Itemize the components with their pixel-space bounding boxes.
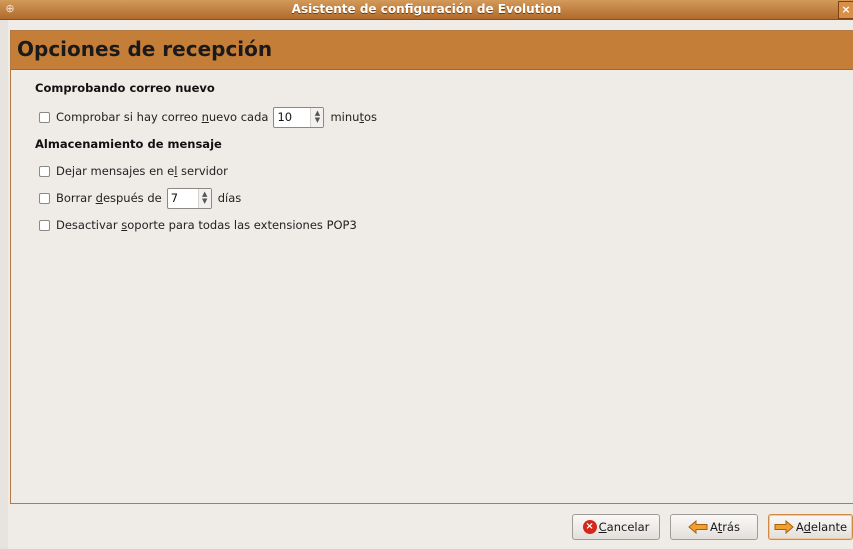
assistant-page: Opciones de recepción Comprobando correo…: [10, 30, 853, 504]
leave-on-server-checkbox[interactable]: [39, 165, 50, 177]
section-title-storage: Almacenamiento de mensaje: [35, 137, 222, 151]
leave-on-server-label[interactable]: Dejar mensajes en el servidor: [56, 164, 228, 178]
delete-days-stepper-buttons[interactable]: ▲ ▼: [197, 188, 211, 208]
arrow-left-icon: [688, 520, 708, 534]
check-new-mail-option[interactable]: Comprobar si hay correo nuevo cada ▲ ▼ m…: [39, 106, 377, 128]
back-button[interactable]: Atrás: [670, 514, 758, 540]
check-interval-unit: minutos: [330, 110, 377, 124]
delete-days-unit: días: [217, 191, 242, 205]
leave-on-server-option[interactable]: Dejar mensajes en el servidor: [39, 161, 228, 181]
delete-after-checkbox[interactable]: [39, 192, 50, 204]
delete-days-stepper[interactable]: ▲ ▼: [166, 187, 212, 209]
page-header: Opciones de recepción: [11, 31, 853, 70]
cancel-label: Cancelar: [598, 520, 650, 534]
check-interval-input[interactable]: [274, 107, 311, 127]
forward-label: Adelante: [795, 520, 848, 534]
window-title: Asistente de configuración de Evolution: [291, 2, 562, 16]
section-title-new-mail: Comprobando correo nuevo: [35, 81, 215, 95]
delete-after-label[interactable]: Borrar después de: [56, 191, 162, 205]
check-new-mail-checkbox[interactable]: [39, 111, 50, 123]
close-button[interactable]: ×: [838, 1, 853, 19]
disable-pop3-label[interactable]: Desactivar soporte para todas las extens…: [56, 218, 357, 232]
arrow-right-icon: [774, 520, 794, 534]
close-icon: ×: [841, 3, 851, 16]
page-title: Opciones de recepción: [17, 37, 273, 61]
cancel-icon: ×: [582, 520, 597, 534]
delete-after-option[interactable]: Borrar después de ▲ ▼ días: [39, 187, 242, 209]
check-interval-stepper[interactable]: ▲ ▼: [273, 106, 325, 128]
back-label: Atrás: [710, 520, 740, 534]
cancel-button[interactable]: × Cancelar: [572, 514, 660, 540]
chevron-down-icon[interactable]: ▼: [202, 198, 207, 205]
check-new-mail-label[interactable]: Comprobar si hay correo nuevo cada: [56, 110, 268, 124]
disable-pop3-option[interactable]: Desactivar soporte para todas las extens…: [39, 215, 357, 235]
forward-button[interactable]: Adelante: [768, 514, 853, 540]
disable-pop3-checkbox[interactable]: [39, 219, 50, 231]
window-left-edge: [0, 20, 8, 549]
window-titlebar[interactable]: ⊕ Asistente de configuración de Evolutio…: [0, 0, 853, 20]
delete-days-input[interactable]: [167, 188, 198, 208]
check-interval-stepper-buttons[interactable]: ▲ ▼: [310, 107, 324, 127]
chevron-down-icon[interactable]: ▼: [315, 117, 320, 124]
